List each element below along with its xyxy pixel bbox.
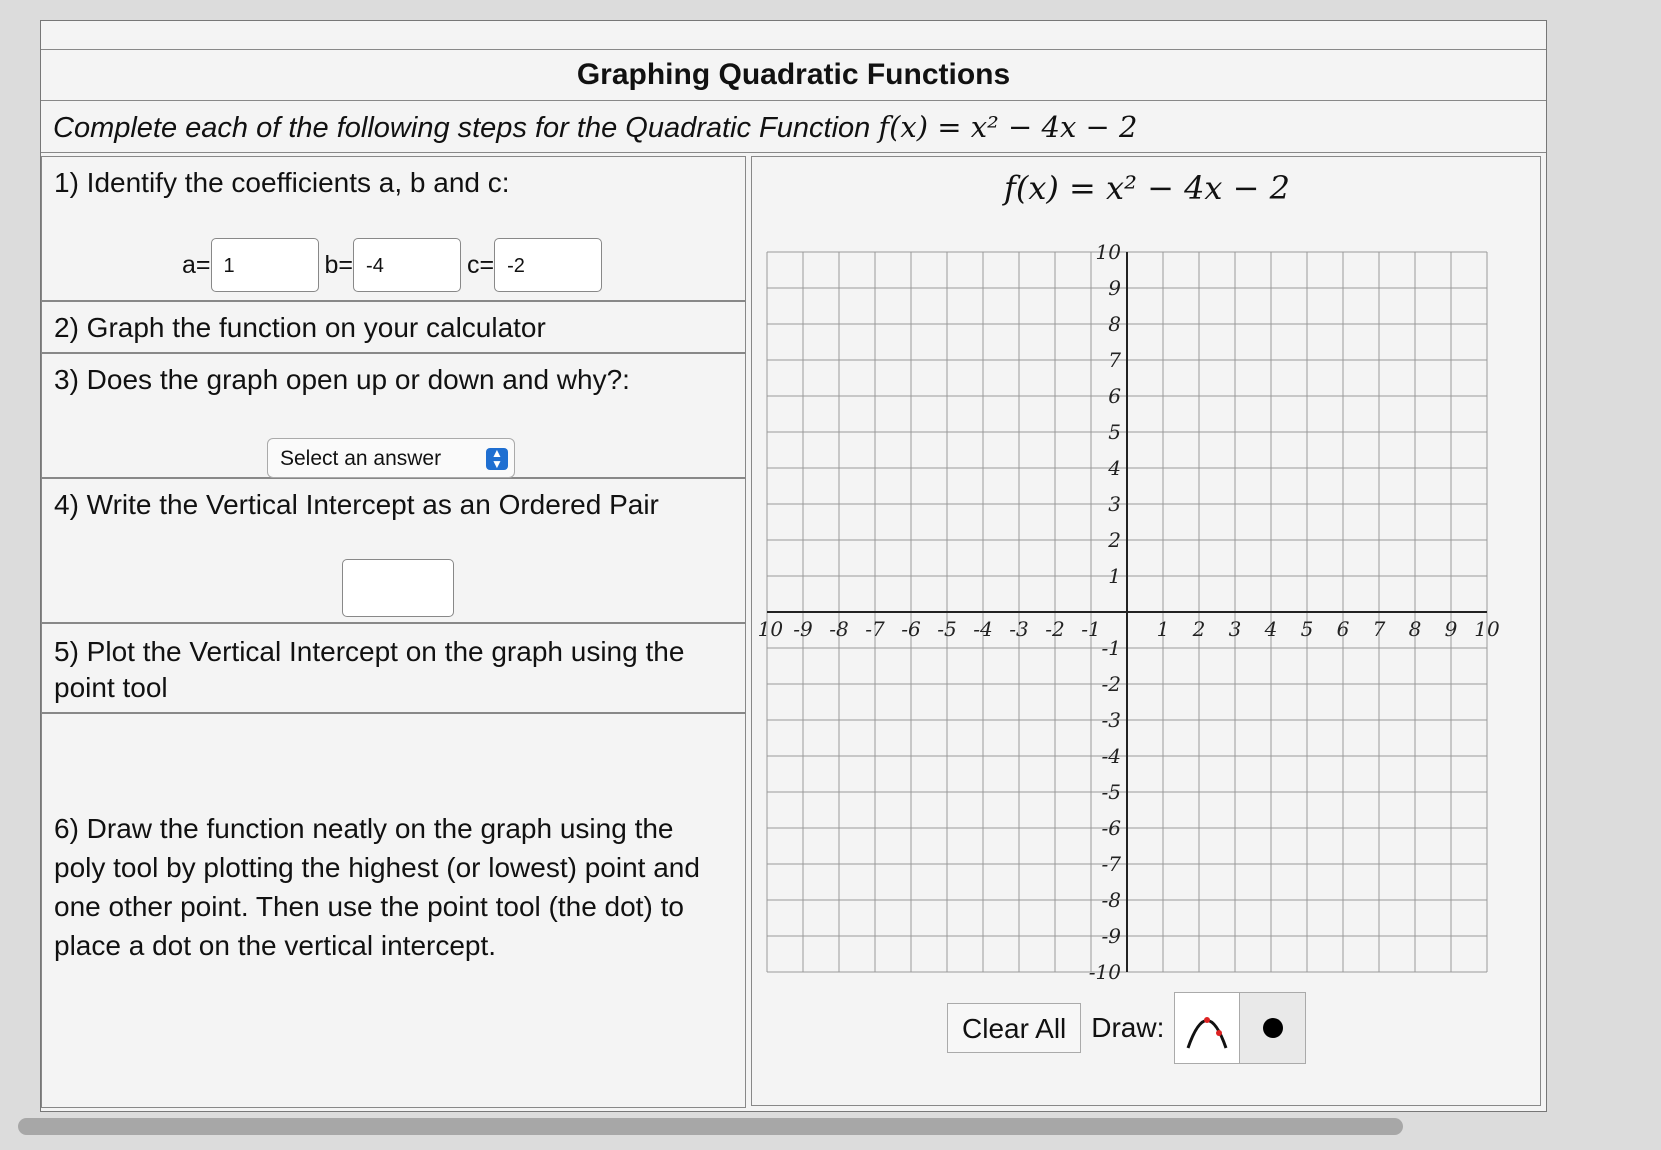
graph-title: f(x) = x² − 4x − 2: [1004, 169, 1290, 207]
y-tick-label: 1: [1108, 564, 1121, 588]
instructions-text: Complete each of the following steps for…: [53, 112, 879, 144]
step-2-label: 2) Graph the function on your calculator: [54, 312, 546, 343]
step-5-cell: 5) Plot the Vertical Intercept on the gr…: [41, 623, 746, 713]
draw-label: Draw:: [1091, 1012, 1165, 1043]
y-tick-label: -7: [1102, 852, 1122, 876]
x-tick-label: 5: [1301, 617, 1314, 641]
vertical-intercept-input[interactable]: [342, 559, 454, 617]
y-tick-label: -5: [1102, 780, 1121, 804]
step-6-cell: 6) Draw the function neatly on the graph…: [41, 713, 746, 1108]
y-tick-label: 8: [1108, 312, 1121, 336]
coordinate-grid[interactable]: -10-9-8-7-6-5-4-3-2-11234567891010987654…: [757, 242, 1537, 982]
x-tick-label: 8: [1409, 617, 1422, 641]
clear-all-button[interactable]: Clear All: [947, 1003, 1082, 1053]
x-tick-label: 6: [1337, 617, 1350, 641]
x-tick-label: -3: [1009, 617, 1028, 641]
y-tick-label: 4: [1107, 456, 1121, 480]
y-tick-label: -9: [1102, 924, 1122, 948]
instructions-function: f(x) = x² − 4x − 2: [878, 110, 1138, 144]
x-tick-label: -5: [937, 617, 956, 641]
y-tick-label: 5: [1108, 420, 1121, 444]
y-tick-label: -1: [1102, 636, 1121, 660]
worksheet: Graphing Quadratic Functions Complete ea…: [40, 20, 1547, 1112]
step-1-label: 1) Identify the coefficients a, b and c:: [54, 167, 510, 198]
x-tick-label: 1: [1157, 617, 1170, 641]
x-tick-label: 9: [1445, 617, 1458, 641]
c-input[interactable]: -2: [494, 238, 603, 292]
x-tick-label: 7: [1373, 617, 1386, 641]
x-tick-label: 3: [1229, 617, 1242, 641]
b-label: b=: [324, 250, 354, 279]
open-direction-select[interactable]: Select an answer ▲ ▼: [267, 438, 515, 478]
x-tick-label: -7: [865, 617, 885, 641]
y-tick-label: 2: [1107, 528, 1121, 552]
horizontal-scrollbar[interactable]: [18, 1118, 1403, 1135]
step-4-cell: 4) Write the Vertical Intercept as an Or…: [41, 478, 746, 623]
step-5-label: 5) Plot the Vertical Intercept on the gr…: [54, 636, 685, 703]
step-4-label: 4) Write the Vertical Intercept as an Or…: [54, 489, 659, 520]
y-tick-label: 10: [1096, 242, 1122, 264]
select-arrows-icon: ▲ ▼: [486, 447, 508, 470]
page-title: Graphing Quadratic Functions: [41, 49, 1546, 101]
select-value: Select an answer: [280, 447, 442, 470]
draw-tool-group: [1174, 992, 1307, 1064]
x-tick-label: -6: [901, 617, 921, 641]
graph-panel: f(x) = x² − 4x − 2 -10 -9 -8 -7 -6 -5 -4 -3 -2 -1…: [751, 156, 1541, 1106]
step-2-cell: 2) Graph the function on your calculator: [41, 301, 746, 353]
c-label: c=: [467, 250, 495, 279]
y-tick-label: 7: [1108, 348, 1121, 372]
y-tick-label: 6: [1108, 384, 1121, 408]
x-tick-label: -4: [973, 617, 992, 641]
step-6-label: 6) Draw the function neatly on the graph…: [54, 813, 700, 961]
y-tick-label: -3: [1102, 708, 1121, 732]
y-tick-label: -6: [1102, 816, 1122, 840]
point-tool-icon: [1262, 1018, 1283, 1038]
point-tool-button[interactable]: [1240, 993, 1306, 1063]
x-tick-label: -1: [1081, 617, 1100, 641]
step-1-cell: 1) Identify the coefficients a, b and c:…: [41, 156, 746, 301]
b-input[interactable]: -4: [353, 238, 462, 292]
y-tick-label: -8: [1102, 888, 1121, 912]
a-input[interactable]: 1: [210, 238, 319, 292]
y-tick-label: 9: [1108, 276, 1121, 300]
x-tick-label: -10: [757, 617, 783, 641]
x-tick-label: -8: [829, 617, 848, 641]
coefficient-row: a= 1 b= -4 c= -2: [182, 237, 608, 293]
graph-toolbar: Clear All Draw:: [947, 992, 1307, 1064]
instructions: Complete each of the following steps for…: [41, 101, 1546, 153]
x-tick-label: 4: [1264, 617, 1278, 641]
y-tick-label: -4: [1102, 744, 1121, 768]
parabola-tool-icon: [1186, 1017, 1228, 1049]
x-tick-label: -9: [793, 617, 813, 641]
step-3-cell: 3) Does the graph open up or down and wh…: [41, 353, 746, 478]
y-tick-label: 3: [1108, 492, 1121, 516]
x-tick-label: -2: [1045, 617, 1064, 641]
y-tick-label: -2: [1102, 672, 1121, 696]
step-3-label: 3) Does the graph open up or down and wh…: [54, 364, 630, 395]
x-tick-label: 2: [1192, 617, 1206, 641]
x-tick-label: 10: [1474, 617, 1500, 641]
y-tick-label: -10: [1089, 960, 1121, 982]
a-label: a=: [182, 250, 211, 279]
parabola-tool-button[interactable]: [1175, 993, 1241, 1063]
